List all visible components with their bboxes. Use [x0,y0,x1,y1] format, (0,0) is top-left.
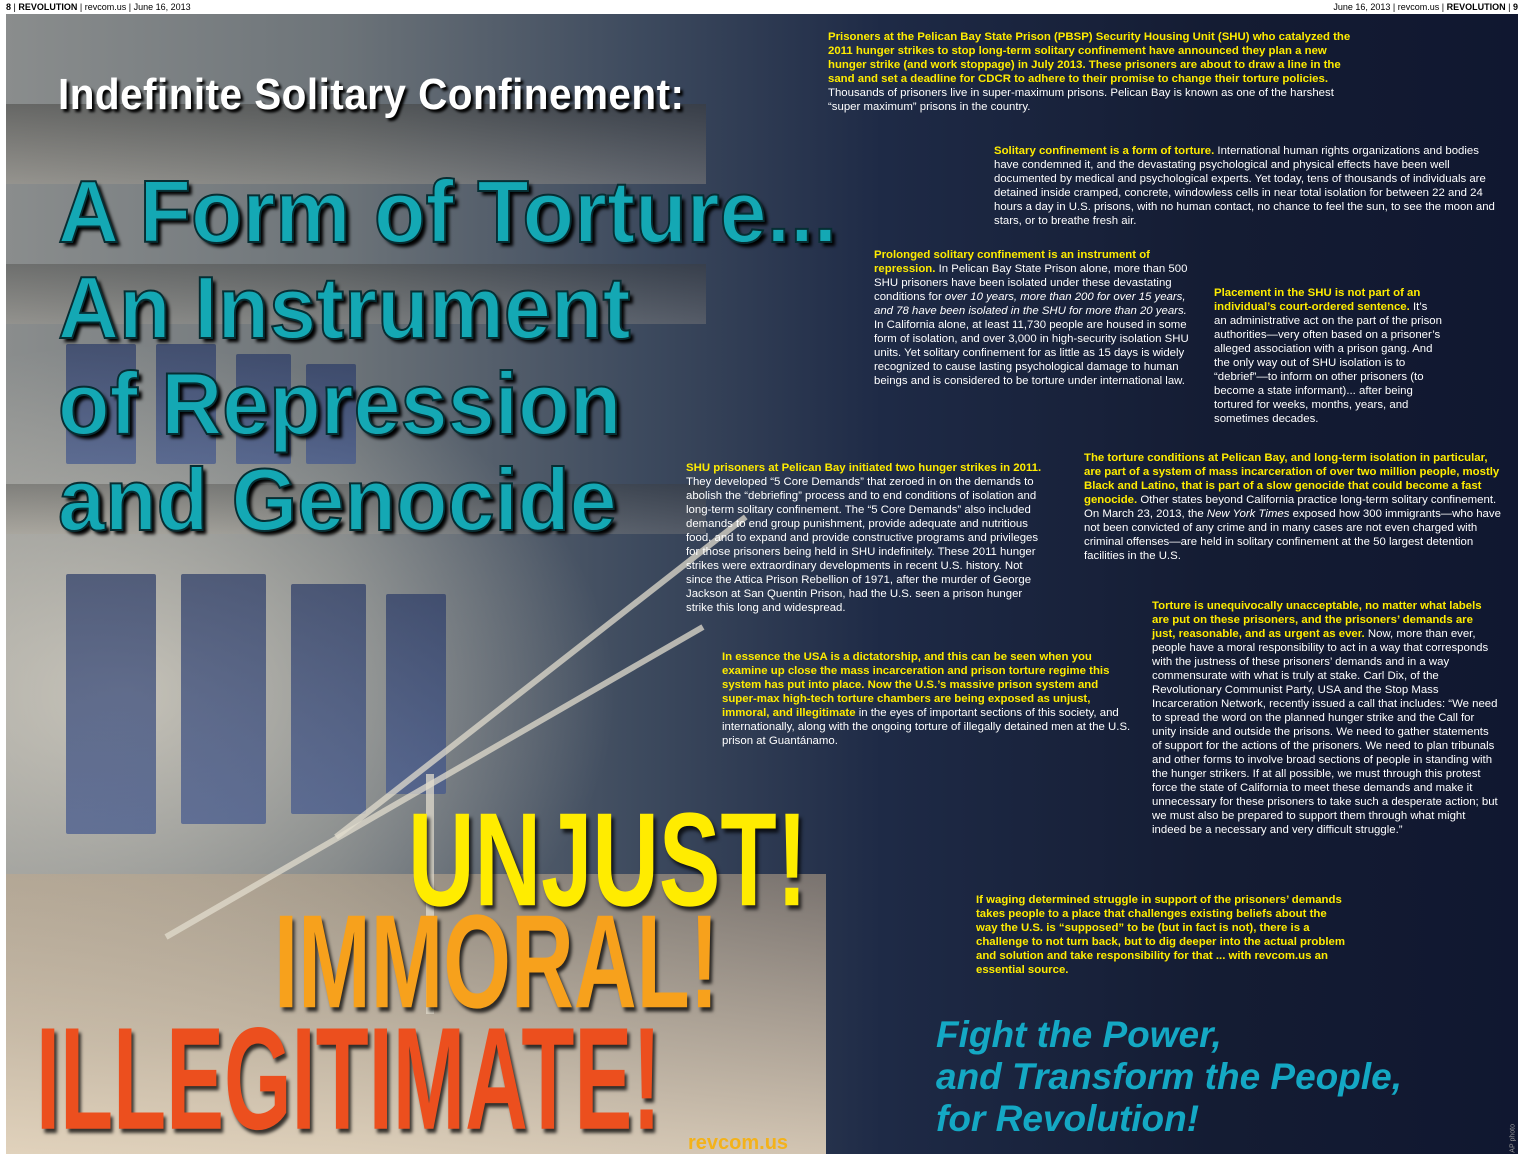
paragraph-dictatorship: In essence the USA is a dictatorship, an… [722,651,1131,747]
right-folio: June 16, 2013 | revcom.us | REVOLUTION |… [1333,2,1518,12]
headline-line: A Form of Torture... [57,162,838,261]
kicker-title: Indefinite Solitary Confinement: [58,70,685,119]
paragraph-pelican-bay: Prisoners at the Pelican Bay State Priso… [828,31,1351,113]
paragraph-hunger-strikes: SHU prisoners at Pelican Bay initiated t… [686,462,1042,614]
cell-door [181,574,266,824]
slogan-line: for Revolution! [936,1098,1200,1139]
website-link[interactable]: revcom.us [688,1132,788,1154]
paragraph-form-of-torture: Solitary confinement is a form of tortur… [994,145,1495,227]
cell-door [386,594,446,794]
left-folio: 8 | REVOLUTION | revcom.us | June 16, 20… [6,2,191,12]
slogan: Fight the Power, and Transform the Peopl… [936,1014,1402,1140]
slogan-line: and Transform the People, [936,1056,1403,1097]
paragraph-mass-incarceration: The torture conditions at Pelican Bay, a… [1084,452,1501,562]
poster-spread: Indefinite Solitary Confinement: A Form … [6,14,1518,1154]
paragraph-torture-unacceptable: Torture is unequivocally unacceptable, n… [1152,600,1498,836]
cell-door [291,584,366,814]
slogan-line: Fight the Power, [936,1014,1222,1055]
paragraph-call-to-action: If waging determined struggle in support… [976,894,1345,976]
headline-line: of Repression [57,354,622,453]
paragraph-repression: Prolonged solitary confinement is an ins… [874,249,1189,387]
photo-credit: AP photo [1510,1124,1517,1153]
word-illegitimate: ILLEGITIMATE! [36,996,662,1154]
headline-line: An Instrument [57,258,632,357]
cell-door [66,574,156,834]
paragraph-shu-placement: Placement in the SHU is not part of an i… [1214,287,1442,425]
page-header: 8 | REVOLUTION | revcom.us | June 16, 20… [0,0,1524,14]
